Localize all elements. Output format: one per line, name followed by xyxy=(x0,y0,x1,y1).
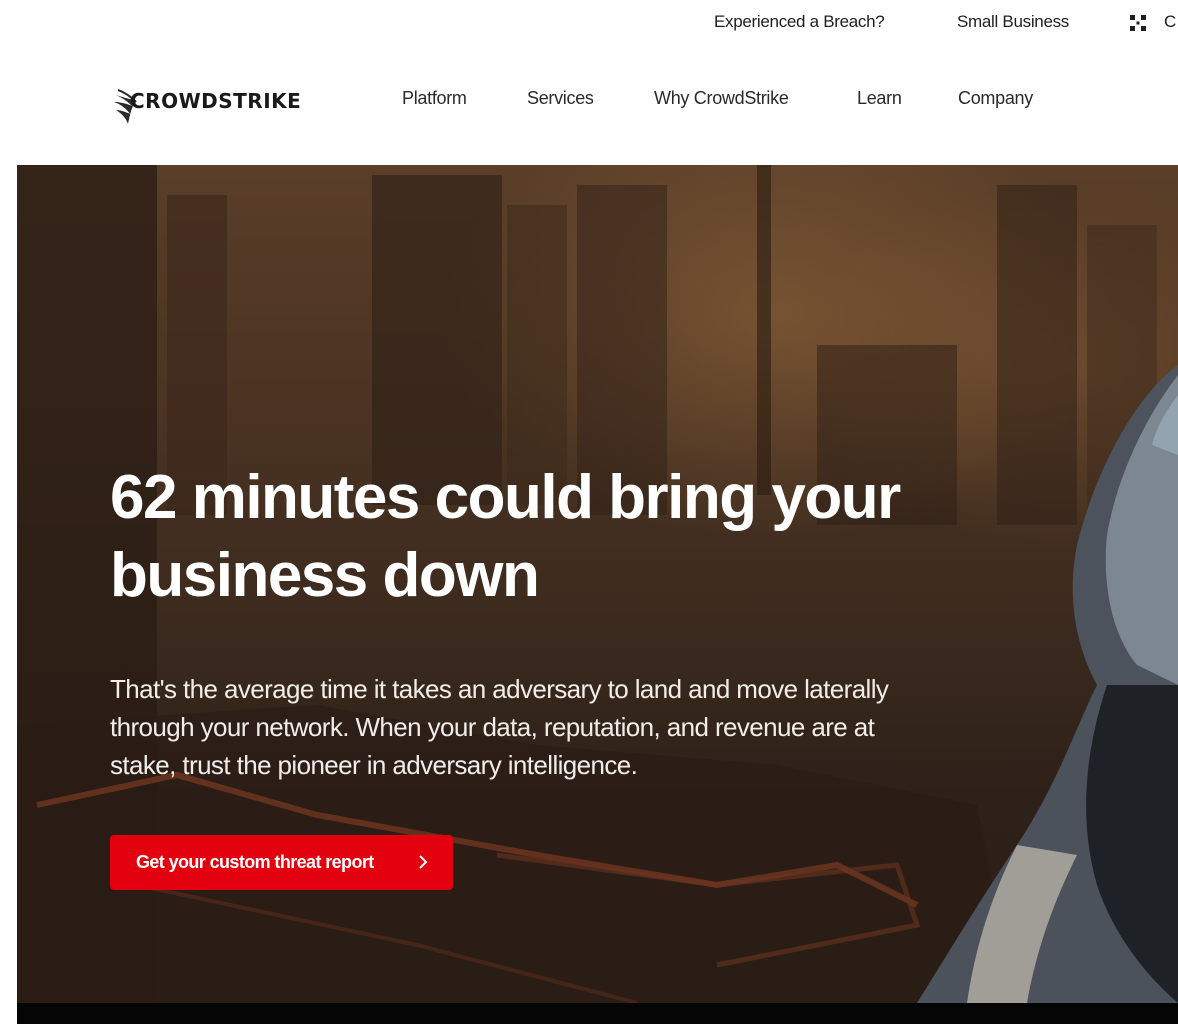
grid-icon[interactable] xyxy=(1127,12,1151,36)
next-section-strip xyxy=(17,1003,1178,1024)
nav-item-why-crowdstrike[interactable]: Why CrowdStrike xyxy=(654,88,789,109)
crowdstrike-logo[interactable]: CROWDSTRIKE xyxy=(110,84,330,124)
experienced-breach-link[interactable]: Experienced a Breach? xyxy=(714,12,885,32)
hero-banner: 62 minutes could bring your business dow… xyxy=(17,165,1178,1003)
cta-label: Get your custom threat report xyxy=(136,852,374,872)
utility-bar: Experienced a Breach? Small Business C xyxy=(0,0,1178,44)
get-threat-report-button[interactable]: Get your custom threat report xyxy=(110,835,453,890)
nav-item-company[interactable]: Company xyxy=(958,88,1033,109)
nav-item-platform[interactable]: Platform xyxy=(402,88,467,109)
nav-item-services[interactable]: Services xyxy=(527,88,594,109)
chevron-right-icon xyxy=(417,852,429,872)
small-business-link[interactable]: Small Business xyxy=(957,12,1069,32)
main-nav: CROWDSTRIKE Platform Services Why CrowdS… xyxy=(0,70,1178,134)
hero-description: That's the average time it takes an adve… xyxy=(110,674,889,780)
logo-wordmark: CROWDSTRIKE xyxy=(130,89,302,113)
apps-menu-label[interactable]: C xyxy=(1164,12,1176,32)
hero-title: 62 minutes could bring your business dow… xyxy=(110,463,901,610)
nav-item-learn[interactable]: Learn xyxy=(857,88,902,109)
